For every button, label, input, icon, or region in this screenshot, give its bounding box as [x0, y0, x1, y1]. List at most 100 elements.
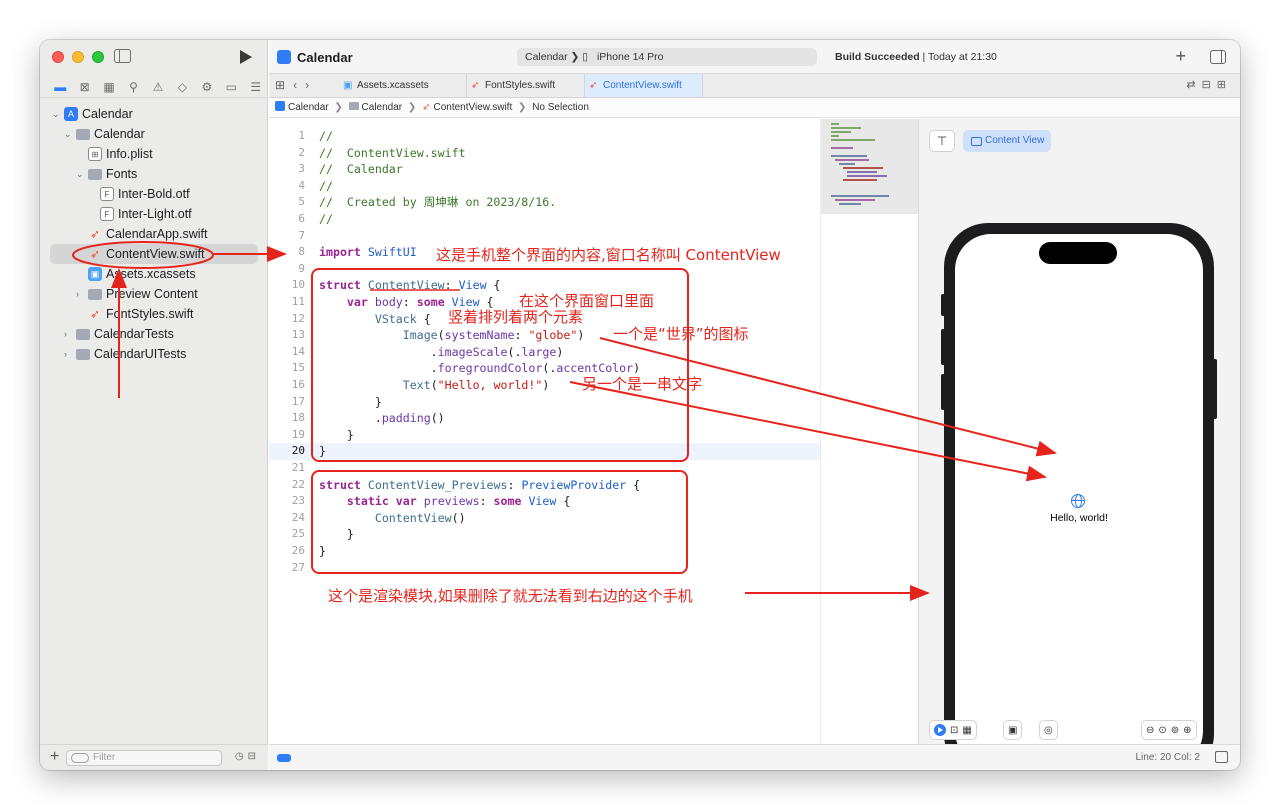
chevron-right-icon: ❯ [407, 102, 417, 113]
tree-item[interactable]: ⌄ Fonts [40, 164, 268, 184]
minimap-line [835, 159, 869, 161]
code-line[interactable]: 2 // ContentView.swift [269, 145, 820, 162]
chevron-down-icon[interactable]: ⌄ [76, 164, 86, 184]
swift-icon: ➶ [89, 307, 101, 321]
recent-files-icon[interactable]: ◷⊟ [235, 751, 260, 762]
tree-item[interactable]: › CalendarTests [40, 324, 268, 344]
scheme-target[interactable]: Calendar [525, 51, 568, 63]
tree-item-label: Preview Content [106, 287, 198, 301]
tree-item[interactable]: F Inter-Light.otf [40, 204, 268, 224]
chevron-right-icon[interactable]: › [64, 324, 74, 344]
close-window-button[interactable] [52, 51, 64, 63]
breadcrumb-symbol[interactable]: No Selection [532, 102, 589, 113]
zoom-window-button[interactable] [92, 51, 104, 63]
scheme-selector[interactable]: Calendar ❯ ▯ iPhone 14 Pro [517, 48, 817, 66]
filter-options-icon[interactable] [71, 753, 89, 763]
back-icon[interactable]: ‹ [293, 78, 305, 92]
editor-tab[interactable]: ➶ ContentView.swift [585, 74, 703, 97]
breakpoint-navigator-icon[interactable]: ▭ [219, 80, 243, 94]
inspector-toggle-icon[interactable] [1210, 50, 1226, 64]
device-settings-button[interactable]: ▣ [1003, 720, 1023, 740]
minimize-window-button[interactable] [72, 51, 84, 63]
find-navigator-icon[interactable]: ⚲ [121, 80, 145, 94]
tree-item[interactable]: › Preview Content [40, 284, 268, 304]
add-editor-icon[interactable]: ⊞ [1217, 79, 1232, 91]
tree-item-label: ContentView.swift [106, 247, 205, 261]
tree-item[interactable]: ➶ ContentView.swift [50, 244, 258, 264]
code-line[interactable]: 1 // [269, 128, 820, 145]
hide-debug-area-icon[interactable] [1215, 751, 1228, 763]
breadcrumb-project[interactable]: Calendar [288, 102, 329, 113]
line-number: 20 [291, 444, 305, 458]
editor-options-icon[interactable]: ⊟ [1202, 79, 1217, 91]
line-number: 17 [291, 394, 305, 408]
line-number: 1 [298, 129, 305, 142]
window-toolbar: Calendar Calendar ❯ ▯ iPhone 14 Pro Buil… [269, 40, 1240, 74]
minimap[interactable] [820, 119, 919, 744]
breadcrumb-file[interactable]: ContentView.swift [433, 102, 512, 113]
grid-icon[interactable]: ⊞ [275, 78, 293, 92]
symbol-navigator-icon[interactable]: ▦ [97, 80, 121, 94]
selectable-mode-icon[interactable]: ⊡ [950, 725, 958, 736]
scheme-device[interactable]: iPhone 14 Pro [597, 51, 664, 63]
chevron-right-icon[interactable]: › [64, 344, 74, 364]
tree-item[interactable]: › CalendarUITests [40, 344, 268, 364]
cursor-position: Line: 20 Col: 2 [1135, 752, 1201, 763]
editor-tab-label: Assets.xcassets [357, 80, 429, 91]
zoom-fit-icon[interactable]: ⊚ [1171, 725, 1179, 736]
forward-icon[interactable]: › [305, 78, 317, 92]
refresh-icon[interactable]: ⇄ [1186, 79, 1201, 91]
build-result: Build Succeeded [835, 51, 920, 63]
live-preview-icon[interactable] [934, 724, 946, 736]
zoom-100-icon[interactable]: ⊙ [1158, 725, 1166, 736]
editor-tab[interactable]: ▣ Assets.xcassets [339, 74, 467, 97]
zoom-out-icon[interactable]: ⊖ [1146, 725, 1154, 736]
debug-navigator-icon[interactable]: ⚙ [195, 80, 219, 94]
chevron-right-icon[interactable]: › [76, 284, 86, 304]
code-text: // [319, 129, 333, 143]
chevron-down-icon[interactable]: ⌄ [52, 104, 62, 124]
tree-item[interactable]: ➶ FontStyles.swift [40, 304, 268, 324]
chevron-down-icon[interactable]: ⌄ [64, 124, 74, 144]
editor-tab[interactable]: ➶ FontStyles.swift [467, 74, 585, 97]
zoom-in-icon[interactable]: ⊕ [1183, 725, 1191, 736]
breadcrumb: Calendar ❯ Calendar ❯ ➶ ContentView.swift… [269, 98, 1240, 118]
tree-item[interactable]: ⌄ A Calendar [40, 104, 268, 124]
line-number: 2 [298, 145, 305, 159]
zoom-controls: ⊖ ⊙ ⊚ ⊕ [1141, 720, 1197, 740]
tree-item[interactable]: ▣ Assets.xcassets [40, 264, 268, 284]
debug-area-toggle-icon[interactable] [277, 754, 291, 762]
filter-input[interactable]: Filter [66, 750, 222, 766]
source-control-navigator-icon[interactable]: ⊠ [72, 80, 96, 94]
sidebar-toggle-icon[interactable] [114, 49, 131, 63]
code-line[interactable]: 5 // Created by 周坤琳 on 2023/8/16. [269, 194, 820, 211]
variants-icon[interactable]: ▦ [962, 725, 971, 736]
issue-navigator-icon[interactable]: ⚠ [146, 80, 170, 94]
code-line[interactable]: 3 // Calendar [269, 161, 820, 178]
app-icon: A [64, 107, 78, 121]
code-line[interactable]: 4 // [269, 178, 820, 195]
tree-item[interactable]: ⌄ Calendar [40, 124, 268, 144]
tree-item[interactable]: ⊞ Info.plist [40, 144, 268, 164]
test-navigator-icon[interactable]: ◇ [170, 80, 194, 94]
report-navigator-icon[interactable]: ☰ [244, 80, 268, 94]
tree-item[interactable]: ➶ CalendarApp.swift [40, 224, 268, 244]
tree-item[interactable]: F Inter-Bold.otf [40, 184, 268, 204]
add-file-button[interactable]: + [50, 748, 59, 766]
line-number: 11 [291, 295, 305, 308]
assets-icon: ▣ [343, 80, 353, 91]
project-navigator-icon[interactable]: ▬ [48, 80, 72, 94]
canvas-controls: ⊡ ▦ ▣ ◎ ⊖ ⊙ ⊚ ⊕ [919, 714, 1240, 744]
code-line[interactable]: 7 [269, 228, 820, 245]
minimap-line [847, 175, 887, 177]
iphone-preview[interactable]: Hello, world! [944, 223, 1214, 770]
breadcrumb-group[interactable]: Calendar [362, 102, 403, 113]
folder-icon [88, 289, 102, 300]
content-view-chip[interactable]: Content View [963, 130, 1051, 152]
line-number: 15 [291, 361, 305, 375]
run-button[interactable] [240, 50, 252, 64]
pin-icon[interactable]: ⊤ [929, 130, 955, 152]
color-scheme-button[interactable]: ◎ [1039, 720, 1058, 740]
code-line[interactable]: 6 // [269, 211, 820, 228]
add-library-button[interactable]: + [1175, 46, 1186, 67]
